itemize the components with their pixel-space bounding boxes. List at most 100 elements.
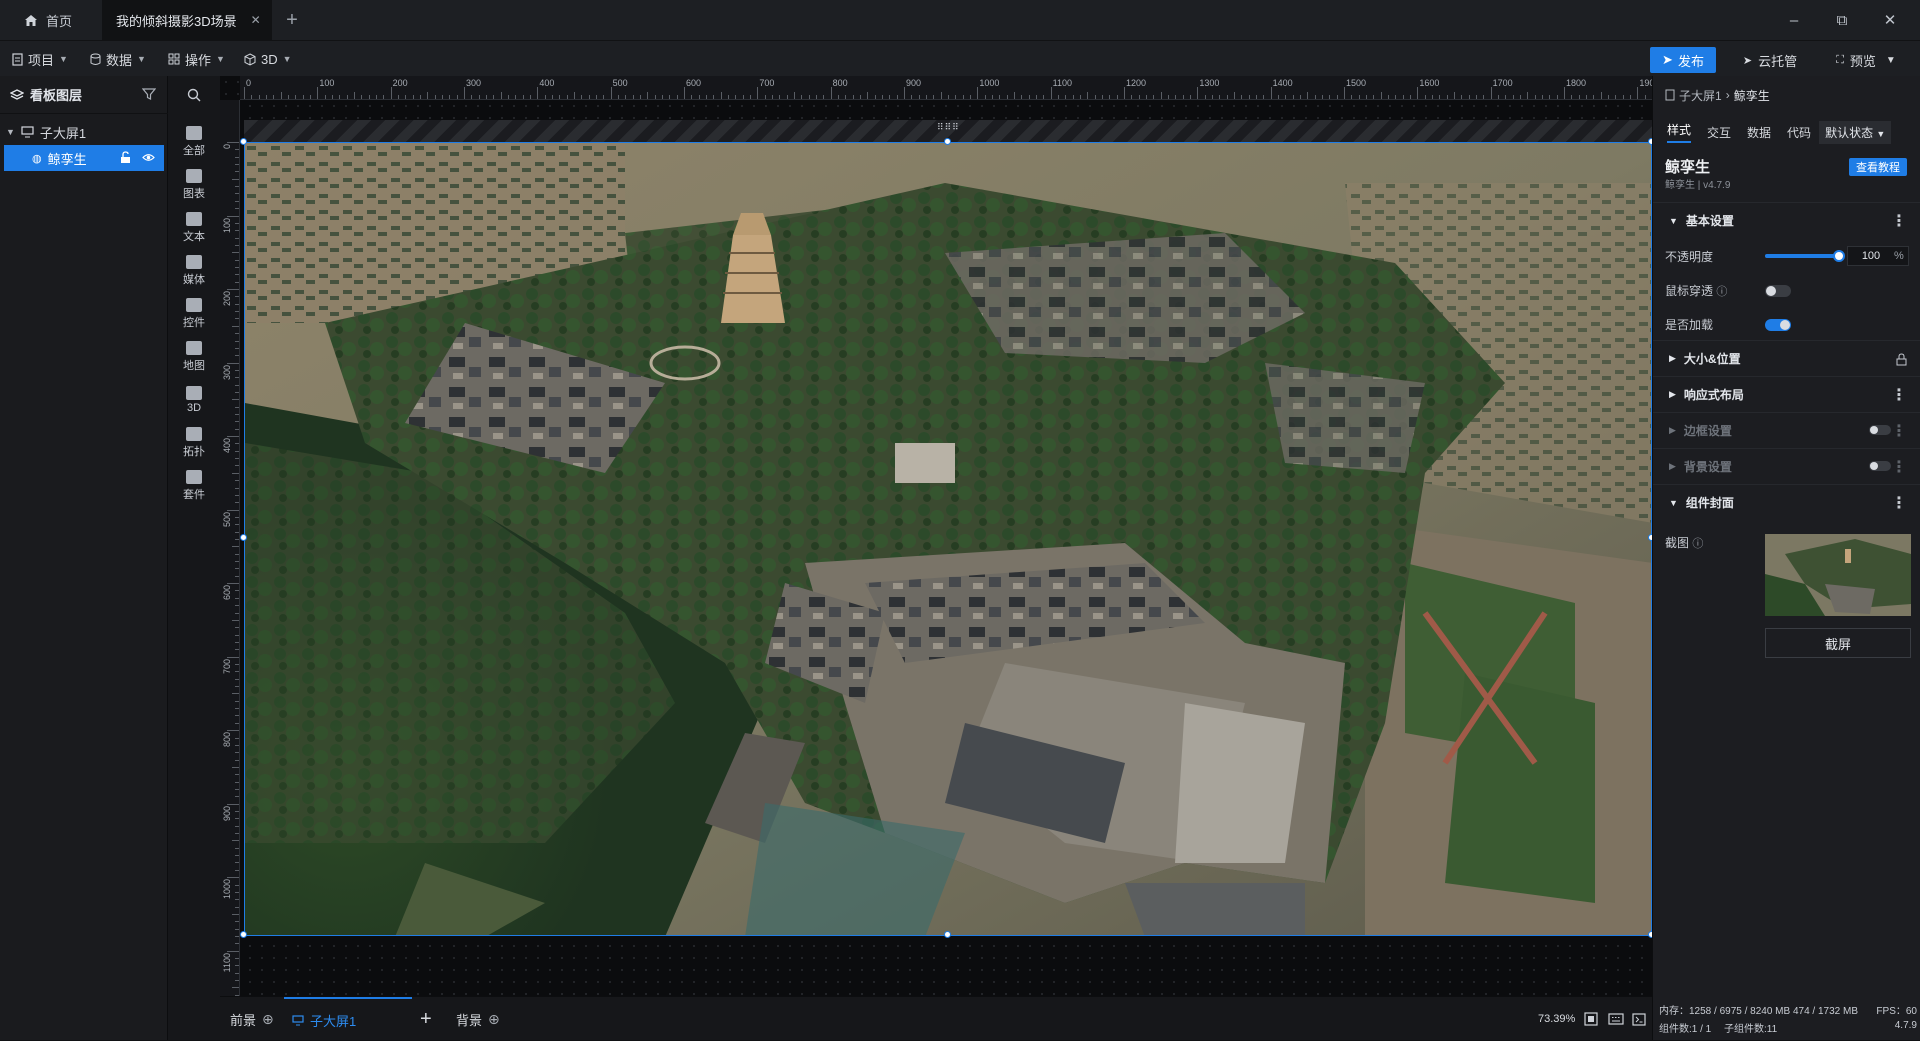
rail-item-control[interactable]: 控件 <box>168 292 220 336</box>
opacity-slider-knob[interactable] <box>1833 250 1845 262</box>
keyboard-icon[interactable] <box>1608 997 1624 1041</box>
lock-icon[interactable] <box>1896 353 1907 366</box>
resize-handle[interactable] <box>944 138 951 145</box>
layer-group-row[interactable]: ▼ 子大屏1 <box>0 119 168 145</box>
chevron-down-icon: ▼ <box>282 54 292 64</box>
rail-item-media[interactable]: 媒体 <box>168 249 220 293</box>
opacity-slider[interactable] <box>1765 250 1845 262</box>
restore-button[interactable]: ⧉ <box>1830 8 1854 32</box>
section-responsive[interactable]: ▶ 响应式布局 ⋮ <box>1653 376 1920 412</box>
tab-home[interactable]: 首页 <box>18 0 108 40</box>
ruler-tick <box>530 95 531 99</box>
loaded-toggle[interactable] <box>1765 319 1791 331</box>
rail-item-label: 套件 <box>183 489 205 501</box>
add-screen-button[interactable]: + <box>420 997 432 1041</box>
add-circle-icon[interactable]: ⊕ <box>488 1011 500 1028</box>
resize-handle[interactable] <box>240 931 247 938</box>
screenshot-button[interactable]: 截屏 <box>1765 628 1911 658</box>
search-icon[interactable] <box>187 88 201 102</box>
ruler-tick <box>227 289 239 291</box>
background-toggle[interactable] <box>1869 461 1891 471</box>
rail-item-label: 图表 <box>183 188 205 200</box>
tab-style[interactable]: 样式 <box>1667 121 1692 143</box>
ruler-tick <box>227 583 239 585</box>
eye-icon[interactable] <box>142 153 155 162</box>
preview-button[interactable]: ⛶ 预览 ▼ <box>1820 47 1912 73</box>
rail-item-kit[interactable]: 套件 <box>168 464 220 508</box>
ruler-tick <box>361 95 363 99</box>
zoom-level[interactable]: 73.39% <box>1538 997 1575 1041</box>
help-icon[interactable]: ⓘ <box>1692 538 1703 550</box>
drag-handle-icon[interactable]: ⠿⠿⠿ <box>937 122 960 133</box>
tab-scene[interactable]: 我的倾斜摄影3D场景 ✕ <box>102 0 272 40</box>
section-cover[interactable]: ▼ 组件封面 ⋮ <box>1653 484 1920 520</box>
close-window-button[interactable]: ✕ <box>1878 8 1902 32</box>
ruler-tick <box>977 87 979 99</box>
ruler-tick <box>398 95 399 99</box>
tab-data[interactable]: 数据 <box>1747 124 1771 141</box>
section-background[interactable]: ▶ 背景设置 ⋮ <box>1653 448 1920 484</box>
operate-menu[interactable]: 操作 ▼ <box>168 41 225 77</box>
more-icon[interactable]: ⋮ <box>1891 385 1907 405</box>
home-icon <box>25 14 37 26</box>
minimize-button[interactable]: – <box>1782 8 1806 32</box>
more-icon[interactable]: ⋮ <box>1891 457 1907 477</box>
opacity-input[interactable]: 100 % <box>1847 246 1909 266</box>
rail-item-grid[interactable]: 全部 <box>168 120 220 164</box>
tab-interaction[interactable]: 交互 <box>1707 124 1731 141</box>
publish-button[interactable]: ➤ 发布 <box>1650 47 1716 73</box>
ruler-tick <box>235 384 239 386</box>
add-tab-button[interactable]: + <box>280 0 304 40</box>
help-icon[interactable]: ⓘ <box>1716 286 1727 298</box>
breadcrumb-root[interactable]: 子大屏1 <box>1679 87 1722 104</box>
tab-code[interactable]: 代码 <box>1787 124 1811 141</box>
more-icon[interactable]: ⋮ <box>1891 493 1907 513</box>
rail-item-cube[interactable]: 3D <box>168 378 220 422</box>
caret-down-icon[interactable]: ▼ <box>6 127 15 137</box>
resize-handle[interactable] <box>240 534 247 541</box>
chevron-down-icon: ▼ <box>59 54 68 64</box>
view3d-menu[interactable]: 3D ▼ <box>244 41 292 77</box>
foreground-tab[interactable]: 前景 ⊕ <box>230 997 274 1041</box>
background-tab[interactable]: 背景 ⊕ <box>456 997 500 1041</box>
resize-handle[interactable] <box>240 138 247 145</box>
section-basic[interactable]: ▼ 基本设置 ⋮ <box>1653 202 1920 238</box>
screen-tab[interactable]: 子大屏1 <box>284 997 412 1041</box>
border-toggle[interactable] <box>1869 425 1891 435</box>
rail-item-topology[interactable]: 拓扑 <box>168 421 220 465</box>
unlock-icon[interactable] <box>120 151 131 164</box>
section-border[interactable]: ▶ 边框设置 ⋮ <box>1653 412 1920 448</box>
cloud-hosting-button[interactable]: ➤ 云托管 <box>1732 47 1808 73</box>
ruler-tick <box>1256 95 1257 99</box>
tutorial-button[interactable]: 查看教程 <box>1849 158 1907 176</box>
toggle-knob <box>1766 286 1776 296</box>
rail-item-text[interactable]: 文本 <box>168 206 220 250</box>
ruler-tick <box>1043 95 1045 99</box>
project-menu[interactable]: 项目 ▼ <box>12 41 68 77</box>
scene-3d-viewport[interactable] <box>244 142 1652 936</box>
memory-stats: 内存：1258 / 6975 / 8240 MB 474 / 1732 MB F… <box>1659 1002 1917 1017</box>
resize-handle[interactable] <box>944 931 951 938</box>
more-icon[interactable]: ⋮ <box>1891 421 1907 441</box>
ruler-tick <box>235 200 239 202</box>
toggle-knob <box>1780 320 1790 330</box>
more-icon[interactable]: ⋮ <box>1891 211 1907 231</box>
data-menu[interactable]: 数据 ▼ <box>90 41 146 77</box>
operate-menu-label: 操作 <box>185 52 212 68</box>
fit-screen-icon[interactable] <box>1584 997 1598 1041</box>
filter-icon[interactable] <box>142 87 156 101</box>
layer-item-row[interactable]: ◍ 鲸孪生 <box>4 145 164 171</box>
mouse-through-toggle[interactable] <box>1765 285 1791 297</box>
add-circle-icon[interactable]: ⊕ <box>262 1011 274 1028</box>
state-select[interactable]: 默认状态 ▼ <box>1819 120 1892 144</box>
rail-item-map[interactable]: 地图 <box>168 335 220 379</box>
ruler-tick <box>860 95 861 99</box>
rail-item-bar-chart[interactable]: 图表 <box>168 163 220 207</box>
ruler-tick <box>235 458 239 460</box>
terminal-icon[interactable] <box>1632 997 1646 1041</box>
ruler-tick <box>235 796 239 798</box>
close-icon[interactable]: ✕ <box>251 13 261 27</box>
ruler-tick <box>235 612 239 614</box>
section-size-position[interactable]: ▶ 大小&位置 <box>1653 340 1920 376</box>
ruler-tick <box>376 95 377 99</box>
